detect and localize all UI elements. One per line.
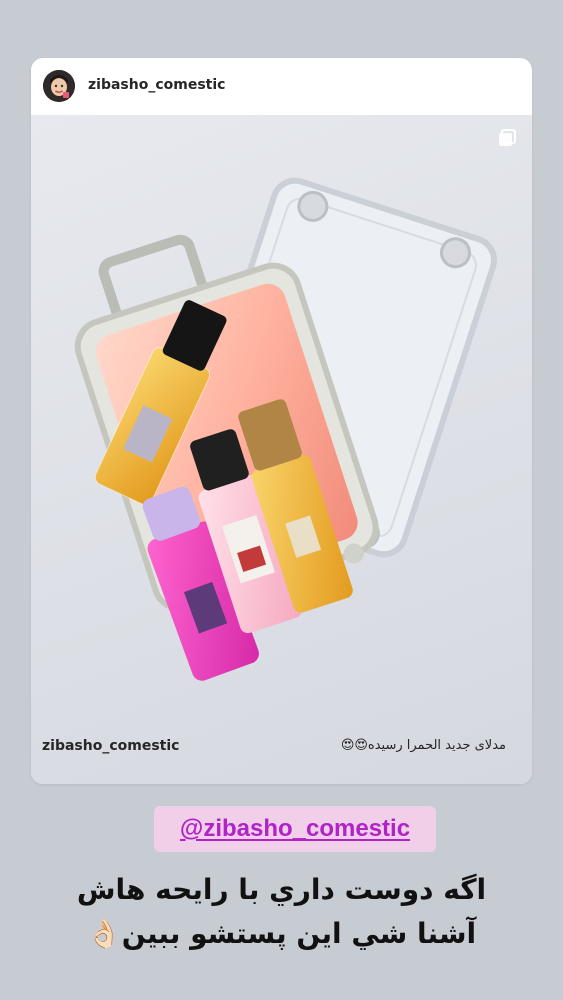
multiple-photos-icon xyxy=(499,129,516,146)
post-header: zibasho_comestic xyxy=(31,58,532,115)
post-card[interactable]: zibasho_comestic zibasho_comestic مدلای … xyxy=(31,58,532,784)
avatar[interactable] xyxy=(43,70,75,102)
mention-username[interactable]: @zibasho_comestic xyxy=(180,815,410,843)
caption-username[interactable]: zibasho_comestic xyxy=(42,738,179,754)
product-photo-illustration xyxy=(74,177,498,681)
avatar-image xyxy=(43,70,75,102)
story-text-line-1: اگه دوست داري با رايحه هاش xyxy=(76,873,487,906)
post-username[interactable]: zibasho_comestic xyxy=(88,77,225,93)
story-text: اگه دوست داري با رايحه هاش آشنا شي اين پ… xyxy=(40,868,523,956)
post-caption: مدلای جدید الحمرا رسیده😍😍 xyxy=(340,738,506,753)
post-photo[interactable] xyxy=(31,115,532,784)
story-text-line-2: آشنا شي اين پستشو ببين👌🏻 xyxy=(86,917,477,950)
mention-sticker[interactable]: @zibasho_comestic xyxy=(154,806,436,852)
